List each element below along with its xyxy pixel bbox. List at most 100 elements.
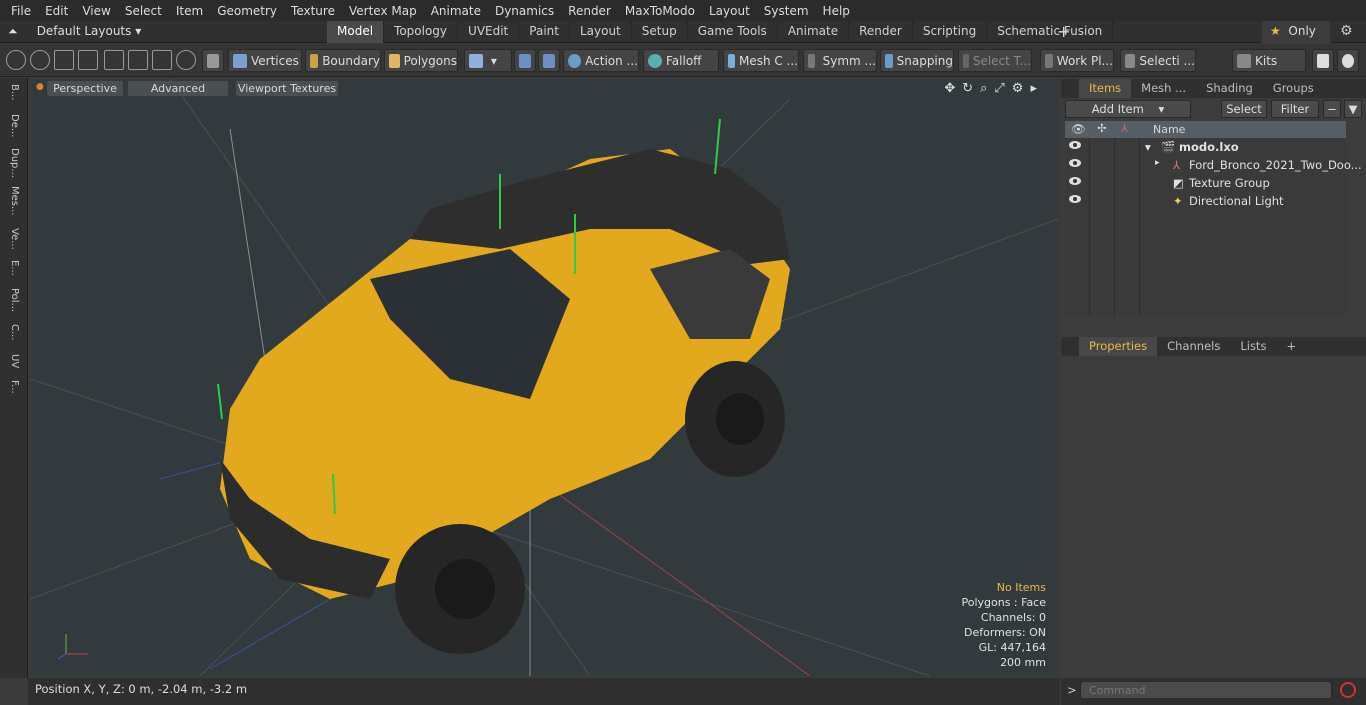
lock-column-icon: ✢ [1097, 121, 1107, 135]
left-tab-curve[interactable]: C... [4, 324, 20, 341]
viewport-nav-icons[interactable]: ✥↻⌕⤢⚙▸ [944, 81, 1044, 96]
left-tab-polygon[interactable]: Pol... [4, 288, 20, 312]
globe-icon[interactable] [30, 50, 50, 70]
scene-icon: 🎬 [1161, 140, 1176, 154]
menu-layout[interactable]: Layout [702, 4, 757, 18]
visibility-eye-icon[interactable] [1069, 159, 1081, 167]
tab-layout[interactable]: Layout [570, 21, 632, 43]
menu-system[interactable]: System [757, 4, 816, 18]
tree-row-texture-group[interactable]: ◩ Texture Group [1065, 174, 1346, 192]
tab-animate[interactable]: Animate [778, 21, 850, 43]
brush-icon[interactable] [78, 50, 98, 70]
layouts-dropdown[interactable]: ⏶ Default Layouts ▾ [8, 24, 141, 39]
arc-icon[interactable] [176, 50, 196, 70]
visibility-eye-icon[interactable] [1069, 195, 1081, 203]
tab-render[interactable]: Render [849, 21, 913, 43]
align-icon[interactable] [104, 50, 124, 70]
boundary-button[interactable]: Boundary [305, 49, 381, 72]
menu-view[interactable]: View [75, 4, 117, 18]
left-tab-fusion[interactable]: F... [4, 380, 20, 394]
tab-items[interactable]: Items [1079, 79, 1132, 98]
left-tab-uv[interactable]: UV [4, 354, 20, 368]
menu-item[interactable]: Item [169, 4, 210, 18]
work-plane-button[interactable]: Work Pl... [1040, 49, 1114, 72]
left-tab-mesh-edit[interactable]: Mes... [4, 186, 20, 216]
tab-paint[interactable]: Paint [519, 21, 570, 43]
left-tab-basic[interactable]: B... [4, 84, 20, 100]
tab-properties[interactable]: Properties [1079, 337, 1158, 356]
left-tab-duplicate[interactable]: Dup... [4, 148, 20, 178]
tab-mesh[interactable]: Mesh ... [1131, 79, 1196, 98]
symmetry-x-icon[interactable] [514, 49, 536, 72]
material-dropdown[interactable]: ▾ [464, 49, 512, 72]
menu-maxtomodo[interactable]: MaxToModo [618, 4, 702, 18]
action-button[interactable]: Action ... [563, 49, 639, 72]
symmetry-y-icon[interactable] [538, 49, 560, 72]
add-panel-icon[interactable]: + [1276, 337, 1306, 356]
selection-sets-button[interactable]: Selecti ... [1120, 49, 1196, 72]
tab-schematic-fusion[interactable]: Schematic Fusion [987, 21, 1114, 43]
center-icon[interactable] [128, 50, 148, 70]
left-tab-vertex[interactable]: Ve... [4, 228, 20, 250]
tab-channels[interactable]: Channels [1157, 337, 1230, 356]
cube-icon[interactable] [202, 49, 224, 72]
left-tab-deform[interactable]: De... [4, 114, 20, 137]
viewport-menu-icon[interactable]: ● [36, 82, 44, 92]
viewport-textures-button[interactable]: Viewport Textures [236, 81, 338, 96]
vertices-button[interactable]: Vertices [228, 49, 302, 72]
expand-icon[interactable]: ▸ [1155, 158, 1160, 168]
menu-vertex-map[interactable]: Vertex Map [342, 4, 424, 18]
tab-topology[interactable]: Topology [384, 21, 459, 43]
menu-animate[interactable]: Animate [424, 4, 488, 18]
tab-model[interactable]: Model [327, 21, 385, 43]
collapse-icon[interactable]: − [1323, 100, 1341, 118]
menu-texture[interactable]: Texture [284, 4, 342, 18]
symmetry-button[interactable]: Symm ... [803, 49, 877, 72]
unreal-icon[interactable] [1337, 49, 1359, 72]
menu-edit[interactable]: Edit [38, 4, 75, 18]
select-button[interactable]: Select [1221, 100, 1267, 118]
3d-viewport[interactable]: ● Perspective Advanced Viewport Textures… [30, 79, 1058, 676]
texture-group-name: Texture Group [1189, 176, 1270, 190]
select-through-button[interactable]: Select T... [958, 49, 1032, 72]
only-toggle[interactable]: ★ Only [1262, 21, 1330, 43]
menu-render[interactable]: Render [561, 4, 618, 18]
mesh-constraint-button[interactable]: Mesh C ... [723, 49, 799, 72]
filter-button[interactable]: Filter [1271, 100, 1319, 118]
circle-select-icon[interactable] [6, 50, 26, 70]
command-input[interactable] [1080, 681, 1332, 699]
perspective-button[interactable]: Perspective [47, 81, 123, 96]
advanced-button[interactable]: Advanced [128, 81, 228, 96]
menu-file[interactable]: File [4, 4, 38, 18]
gear-icon[interactable]: ⚙ [1340, 23, 1353, 39]
tree-row-scene[interactable]: ▾ 🎬 modo.lxo [1065, 138, 1346, 156]
kits-button[interactable]: Kits [1232, 49, 1306, 72]
tab-shading[interactable]: Shading [1196, 79, 1263, 98]
polygons-button[interactable]: Polygons [384, 49, 458, 72]
unity-icon[interactable] [1312, 49, 1334, 72]
falloff-button[interactable]: Falloff [643, 49, 719, 72]
expand-icon[interactable]: ▾ [1145, 140, 1151, 154]
menu-select[interactable]: Select [118, 4, 169, 18]
left-tab-edge[interactable]: E... [4, 260, 20, 276]
pen-icon[interactable] [54, 50, 74, 70]
record-icon[interactable] [1340, 682, 1356, 698]
frame-icon[interactable] [152, 50, 172, 70]
visibility-eye-icon[interactable] [1069, 141, 1081, 149]
menu-help[interactable]: Help [816, 4, 857, 18]
visibility-eye-icon[interactable] [1069, 177, 1081, 185]
tab-uvedit[interactable]: UVEdit [458, 21, 520, 43]
snapping-button[interactable]: Snapping [880, 49, 954, 72]
add-item-button[interactable]: Add Item ▾ [1065, 100, 1191, 118]
tree-row-mesh[interactable]: ▸ ⅄ Ford_Bronco_2021_Two_Doo... [1065, 156, 1362, 174]
tree-row-light[interactable]: ✦ Directional Light [1065, 192, 1346, 210]
tab-groups[interactable]: Groups [1263, 79, 1324, 98]
menu-dynamics[interactable]: Dynamics [488, 4, 561, 18]
tab-scripting[interactable]: Scripting [913, 21, 988, 43]
add-tab-icon[interactable]: + [1057, 22, 1070, 41]
menu-geometry[interactable]: Geometry [210, 4, 284, 18]
tab-setup[interactable]: Setup [632, 21, 688, 43]
tab-game-tools[interactable]: Game Tools [688, 21, 778, 43]
tab-lists[interactable]: Lists [1230, 337, 1276, 356]
filter-icon[interactable]: ▼ [1344, 100, 1362, 118]
